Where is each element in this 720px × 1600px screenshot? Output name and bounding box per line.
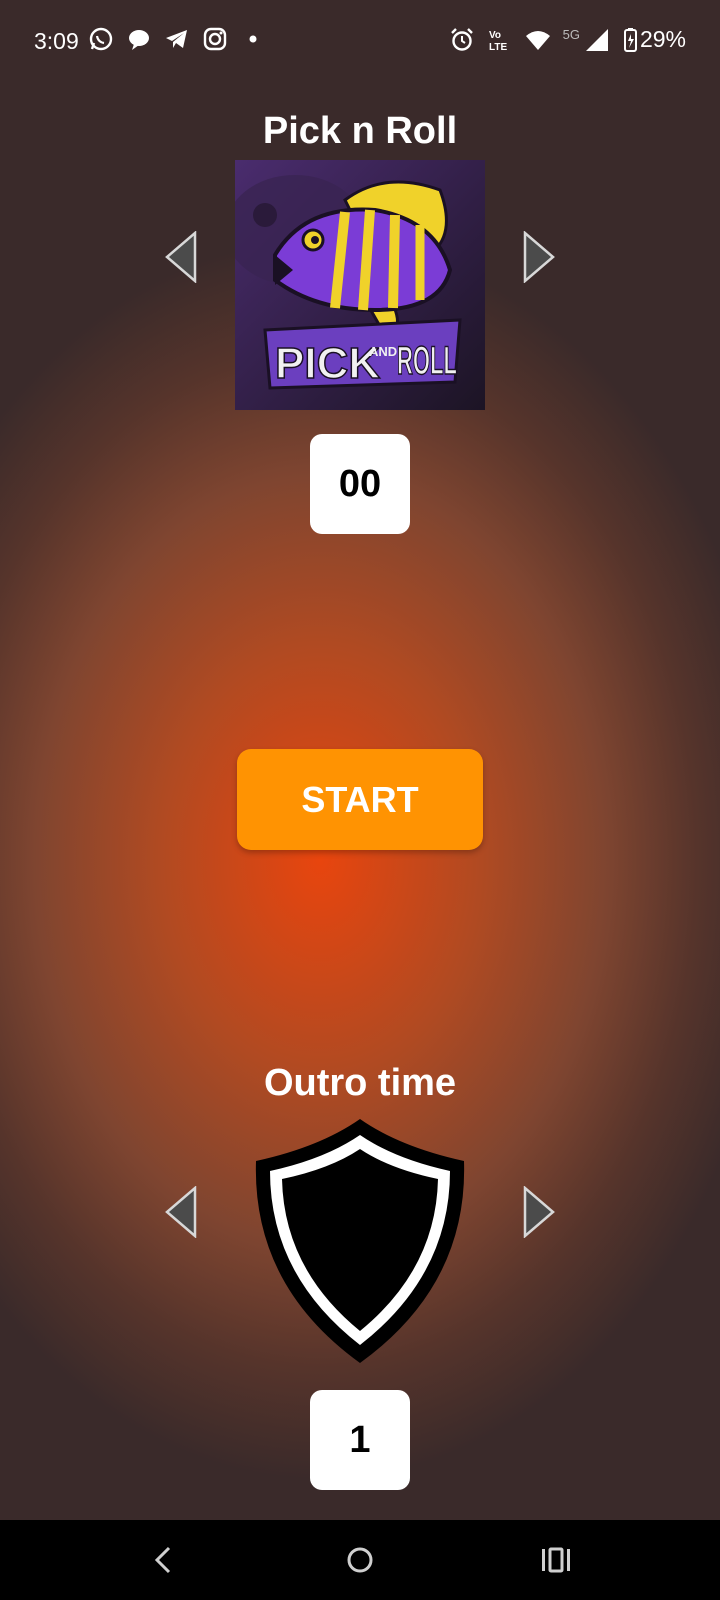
home-icon[interactable] [338,1538,382,1582]
message-icon [129,30,149,50]
whatsapp-icon [89,27,113,51]
system-icons: Vo LTE 5G 29% [449,26,686,53]
svg-text:Vo: Vo [489,30,501,41]
signal-icon [585,28,608,51]
network-label: 5G [562,27,580,42]
recents-icon[interactable] [534,1538,578,1582]
logo-word-and: AND [369,344,397,359]
outro-prev-arrow-icon[interactable] [165,1186,199,1238]
svg-text:LTE: LTE [489,42,507,53]
alarm-icon [450,27,473,51]
outro-section-title: Outro time [263,1062,457,1104]
wifi-icon [525,30,550,50]
status-bar: 3:09 Vo LTE 5G 29% [0,0,720,84]
status-time: 3:09 [34,28,79,54]
pick-and-roll-logo: PICK AND ROLL [235,160,485,410]
outro-value-box[interactable]: 1 [310,1390,410,1490]
logo-word-pick: PICK [275,339,380,388]
dot-icon [249,35,257,43]
pick-section-title: Pick n Roll [262,110,458,152]
pick-next-arrow-icon[interactable] [521,231,555,283]
volte-icon: Vo LTE [489,30,507,53]
pick-value-box[interactable]: 00 [310,434,410,534]
pick-prev-arrow-icon[interactable] [165,231,199,283]
instagram-icon [203,27,227,51]
fish-logo-graphic: PICK AND ROLL [235,160,485,410]
battery-icon [623,27,637,52]
notification-icons [88,26,266,52]
start-button[interactable]: START [237,749,483,850]
battery-indicator: 29% [622,26,686,53]
navigation-bar [0,1520,720,1600]
telegram-icon [166,30,187,48]
shield-icon [255,1119,465,1363]
outro-next-arrow-icon[interactable] [521,1186,555,1238]
back-icon[interactable] [142,1538,186,1582]
battery-level: 29% [639,26,686,52]
logo-word-roll: ROLL [397,339,457,383]
